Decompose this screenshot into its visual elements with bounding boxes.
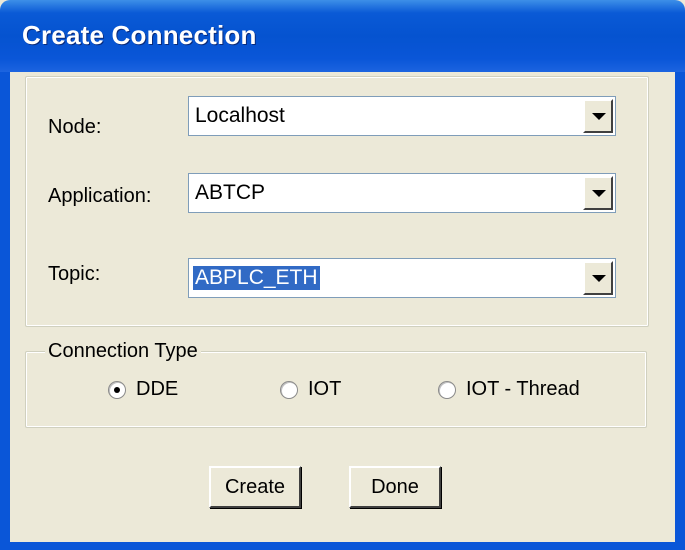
radio-iot-thread-label: IOT - Thread [466,378,580,400]
radio-iot-thread[interactable]: IOT - Thread [438,378,608,404]
radio-iot[interactable]: IOT [280,378,380,404]
radio-dde-label: DDE [136,378,179,400]
node-label: Node: [48,116,102,138]
connection-type-legend: Connection Type [45,340,201,363]
radio-iot-indicator[interactable] [280,381,298,399]
window-title: Create Connection [22,20,257,50]
topic-dropdown-button[interactable] [583,261,613,295]
application-value: ABTCP [195,181,266,204]
topic-label: Topic: [48,263,101,285]
topic-combobox[interactable]: ABPLC_ETH [188,258,616,298]
node-combobox[interactable]: Localhost [188,96,616,136]
radio-dde-indicator[interactable] [108,381,126,399]
application-combobox[interactable]: ABTCP [188,173,616,213]
node-value: Localhost [195,104,285,127]
node-dropdown-button[interactable] [583,99,613,133]
window-frame-left [0,72,10,550]
done-button[interactable]: Done [349,466,441,508]
application-label: Application: [48,185,152,207]
radio-iot-thread-indicator[interactable] [438,381,456,399]
topic-value: ABPLC_ETH [193,266,320,290]
create-connection-dialog: Create Connection Node: Localhost Applic… [0,0,685,550]
create-button[interactable]: Create [209,466,301,508]
window-frame-bottom [0,542,685,550]
application-dropdown-button[interactable] [583,176,613,210]
title-bar[interactable]: Create Connection [0,0,685,72]
radio-dde[interactable]: DDE [108,378,208,404]
window-frame-right [675,72,685,550]
radio-iot-label: IOT [308,378,342,400]
